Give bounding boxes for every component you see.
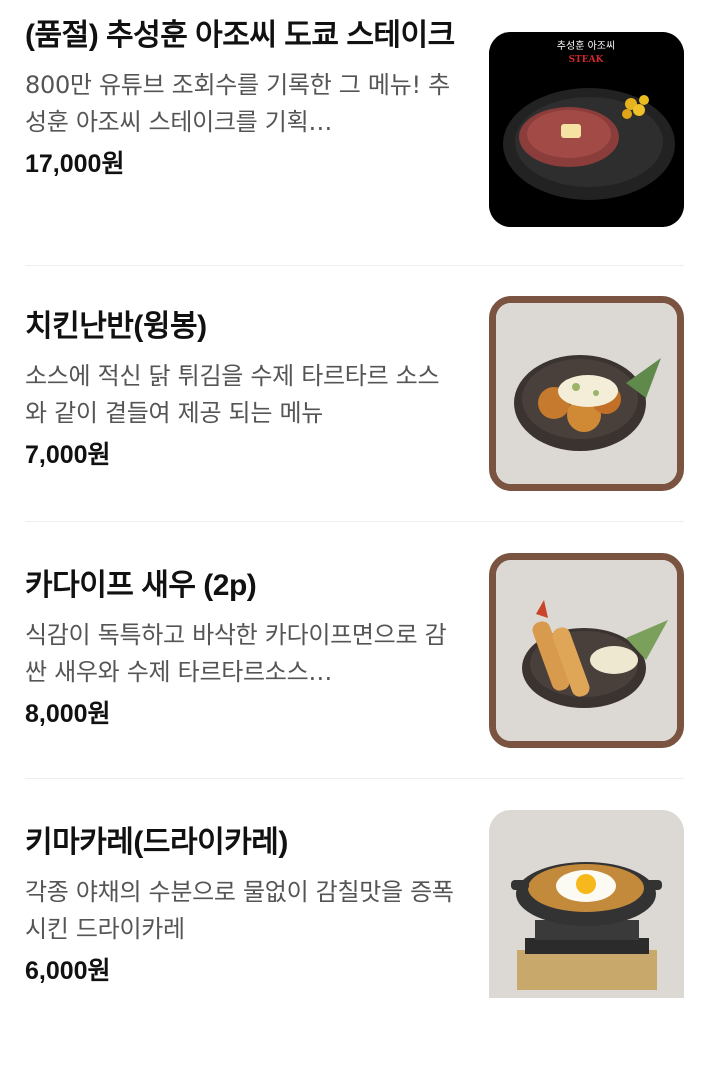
image-caption-top: 추성훈 아조씨 [557, 39, 615, 52]
menu-item-text: 카다이프 새우 (2p) 식감이 독특하고 바삭한 카다이프면으로 감싼 새우와… [25, 565, 455, 731]
menu-item-price: 8,000원 [25, 700, 111, 728]
divider [25, 521, 684, 522]
menu-item-description: 소스에 적신 닭 튀김을 수제 타르타르 소스와 같이 곁들여 제공 되는 메뉴 [25, 362, 440, 427]
kadaif-shrimp-photo[interactable] [489, 553, 684, 748]
menu-item[interactable]: 치킨난반(윙봉) 소스에 적신 닭 튀김을 수제 타르타르 소스와 같이 곁들여… [25, 296, 684, 553]
menu-item-name: 키마카레(드라이카레) [25, 826, 288, 859]
menu-item-name: (품절) 추성훈 아조씨 도쿄 스테이크 [25, 19, 455, 52]
menu-item[interactable]: (품절) 추성훈 아조씨 도쿄 스테이크 800만 유튜브 조회수를 기록한 그… [25, 15, 684, 272]
menu-item-text: 키마카레(드라이카레) 각종 야채의 수분으로 물없이 감칠맛을 증폭시킨 드라… [25, 822, 455, 988]
menu-item-description: 800만 유튜브 조회수를 기록한 그 메뉴! 추성훈 아조씨 스테이크를 기획… [25, 71, 450, 136]
chicken-nanban-photo[interactable] [489, 296, 684, 491]
menu-item-price: 7,000원 [25, 441, 111, 469]
steak-dish-photo[interactable]: 추성훈 아조씨 STEAK [489, 32, 684, 227]
divider [25, 265, 684, 266]
menu-item-text: 치킨난반(윙봉) 소스에 적신 닭 튀김을 수제 타르타르 소스와 같이 곁들여… [25, 306, 455, 472]
menu-item-description: 각종 야채의 수분으로 물없이 감칠맛을 증폭시킨 드라이카레 [25, 878, 454, 943]
menu-item-price: 17,000원 [25, 150, 125, 178]
image-caption-sub: STEAK [569, 55, 605, 65]
menu-item-price: 6,000원 [25, 957, 111, 985]
menu-item-description: 식감이 독특하고 바삭한 카다이프면으로 감싼 새우와 수제 타르타르소스… [25, 621, 447, 686]
menu-item-name: 카다이프 새우 (2p) [25, 569, 257, 602]
menu-item[interactable]: 카다이프 새우 (2p) 식감이 독특하고 바삭한 카다이프면으로 감싼 새우와… [25, 553, 684, 810]
keema-curry-photo[interactable] [489, 810, 684, 998]
menu-item-name: 치킨난반(윙봉) [25, 310, 207, 343]
divider [25, 778, 684, 779]
menu-item-text: (품절) 추성훈 아조씨 도쿄 스테이크 800만 유튜브 조회수를 기록한 그… [25, 15, 455, 181]
menu-item[interactable]: 키마카레(드라이카레) 각종 야채의 수분으로 물없이 감칠맛을 증폭시킨 드라… [25, 810, 684, 1067]
